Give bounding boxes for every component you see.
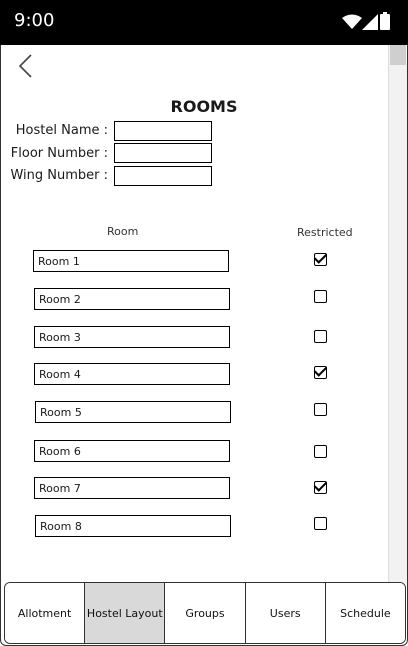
restricted-checkbox[interactable] [314,481,327,494]
floor-number-field[interactable] [114,143,212,163]
restricted-checkbox[interactable] [314,290,327,303]
room-field[interactable]: Room 2 [34,288,230,310]
status-time: 9:00 [14,10,55,31]
signal-icon [362,14,378,30]
tab-users[interactable]: Users [245,583,326,643]
restricted-column-header: Restricted [297,226,353,239]
room-field[interactable]: Room 8 [35,515,231,537]
room-field[interactable]: Room 7 [34,477,230,499]
restricted-checkbox[interactable] [314,330,327,343]
tab-allotment[interactable]: Allotment [5,583,86,643]
restricted-checkbox[interactable] [314,445,327,458]
tab-groups[interactable]: Groups [165,583,246,643]
scrollbar[interactable] [388,45,407,583]
tab-schedule[interactable]: Schedule [325,583,405,643]
restricted-checkbox[interactable] [314,403,327,416]
status-icons [342,12,394,32]
room-field[interactable]: Room 5 [35,401,231,423]
bottom-tab-bar: Allotment Hostel Layout Groups Users Sch… [4,582,406,644]
rooms-screen: ROOMS Hostel Name : Floor Number : Wing … [4,45,388,583]
room-field[interactable]: Room 4 [34,363,230,385]
tab-hostel-layout[interactable]: Hostel Layout [85,583,166,643]
hostel-name-label: Hostel Name : [15,123,108,138]
floor-number-label: Floor Number : [10,146,108,161]
chevron-left-icon[interactable] [16,53,36,79]
wifi-icon [342,14,362,29]
status-bar: 9:00 [0,0,408,45]
restricted-checkbox[interactable] [314,366,327,379]
hostel-name-field[interactable] [114,121,212,141]
room-field[interactable]: Room 3 [34,326,230,348]
page-title: ROOMS [170,97,238,116]
scrollbar-thumb[interactable] [390,45,406,65]
room-field[interactable]: Room 1 [33,250,229,272]
restricted-checkbox[interactable] [314,517,327,530]
room-column-header: Room [107,225,139,238]
battery-icon [380,12,390,30]
wing-number-label: Wing Number : [10,168,108,183]
room-field[interactable]: Room 6 [34,440,230,462]
wing-number-field[interactable] [114,166,212,186]
restricted-checkbox[interactable] [314,253,327,266]
